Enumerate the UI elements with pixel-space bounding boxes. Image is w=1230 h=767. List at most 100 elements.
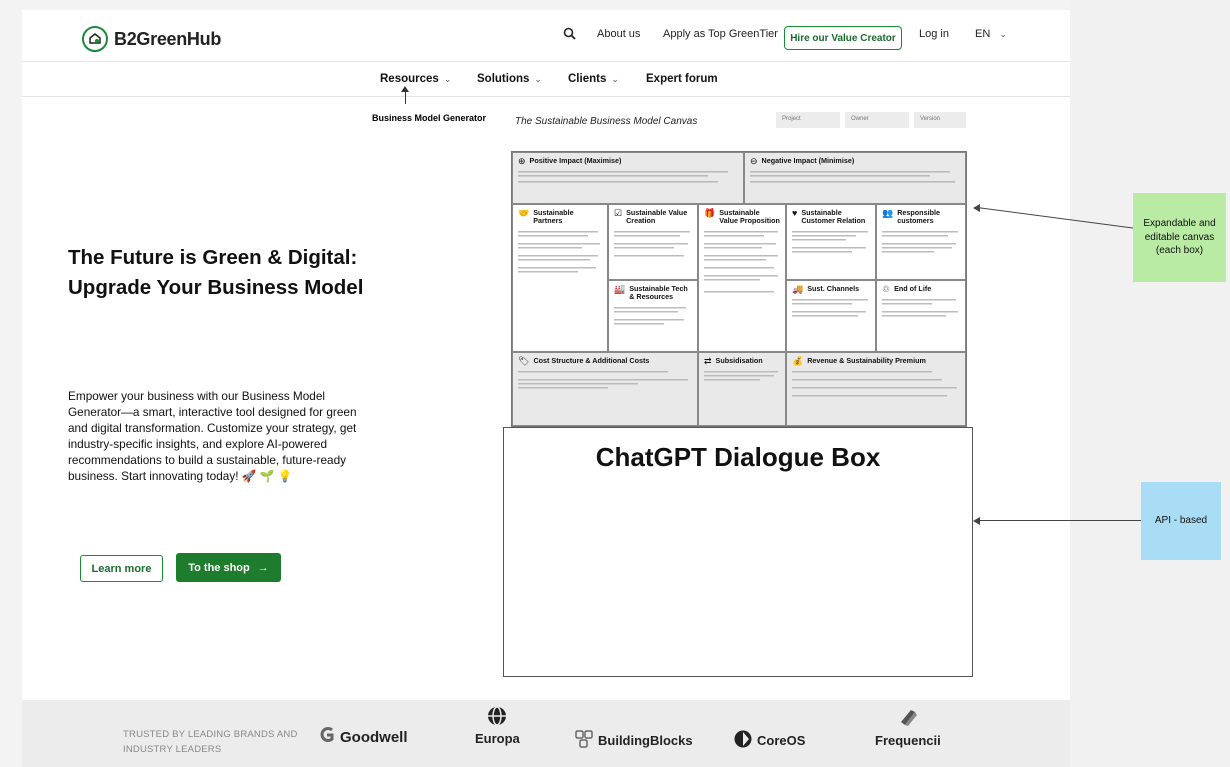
hero-title: The Future is Green & Digital: Upgrade Y…	[68, 246, 364, 299]
page: B2GreenHub About us Apply as Top GreenTi…	[0, 0, 1230, 767]
blocks-icon	[575, 730, 593, 751]
cell-placeholder-lines	[518, 229, 602, 291]
annotation-panel	[1070, 0, 1230, 767]
menu-solutions-label: Solutions	[477, 73, 530, 85]
gift-icon: 🎁	[704, 208, 716, 218]
canvas-cell-revenue[interactable]: 💰 Revenue & Sustainability Premium	[786, 352, 966, 426]
chevron-down-icon: ⌄	[534, 73, 542, 84]
menu-clients-label: Clients	[568, 73, 607, 85]
menu-expert-forum[interactable]: Expert forum	[646, 73, 718, 85]
trusted-brands-footer: TRUSTED BY LEADING BRANDS AND INDUSTRY L…	[22, 700, 1070, 767]
cell-placeholder-lines	[792, 297, 870, 329]
nav-apply-link[interactable]: Apply as Top GreenTier	[663, 28, 778, 40]
brand-name: CoreOS	[757, 733, 806, 748]
plus-circle-icon: ⊕	[518, 156, 526, 166]
cell-title: Negative Impact (Minimise)	[761, 156, 855, 165]
canvas-cell-subsidisation[interactable]: ⇄ Subsidisation	[698, 352, 786, 426]
globe-icon	[487, 706, 507, 729]
cell-placeholder-lines	[792, 229, 870, 271]
arrows-icon: ⇄	[704, 356, 712, 366]
factory-icon: 🏭	[614, 284, 626, 294]
brand-goodwell[interactable]: Goodwell	[319, 726, 408, 748]
truck-icon: 🚚	[792, 284, 804, 294]
recycle-icon: ♲	[882, 284, 891, 294]
canvas-cell-customers[interactable]: 👥 Responsible customers	[876, 204, 966, 280]
cell-title: Positive Impact (Maximise)	[529, 156, 622, 165]
language-selector[interactable]: EN ⌄	[975, 28, 1007, 40]
logo-text: B2GreenHub	[114, 28, 222, 49]
brand-name: Goodwell	[340, 728, 408, 746]
menu-resources-label: Resources	[380, 73, 439, 85]
cell-title: Sustainable Tech & Resources	[629, 284, 688, 302]
canvas-cell-negative-impact[interactable]: ⊖ Negative Impact (Minimise)	[744, 152, 966, 204]
nav-about-link[interactable]: About us	[597, 28, 640, 40]
cell-placeholder-lines	[704, 229, 780, 321]
cell-title: Sustainable Value Proposition	[719, 208, 780, 226]
to-shop-label: To the shop	[188, 561, 250, 574]
cell-placeholder-lines	[518, 169, 738, 189]
chatgpt-dialogue-box[interactable]: ChatGPT Dialogue Box	[503, 427, 973, 677]
canvas-cell-value-proposition[interactable]: 🎁 Sustainable Value Proposition	[698, 204, 786, 352]
logo[interactable]: B2GreenHub	[82, 26, 221, 52]
canvas-cell-channels[interactable]: 🚚 Sust. Channels	[786, 280, 876, 352]
goodwell-logo-icon	[319, 726, 335, 748]
brand-europa[interactable]: Europa	[475, 706, 520, 746]
brand-name: Frequencii	[875, 733, 941, 748]
canvas-project-field[interactable]: Project	[776, 112, 840, 128]
menu-divider	[22, 96, 1070, 97]
cell-placeholder-lines	[704, 369, 780, 391]
chatgpt-dialogue-title: ChatGPT Dialogue Box	[595, 442, 881, 472]
to-shop-button[interactable]: To the shop →	[176, 553, 281, 582]
menu-solutions[interactable]: Solutions ⌄	[477, 73, 542, 85]
cell-title: Responsible customers	[897, 208, 940, 226]
hero-description: Empower your business with our Business …	[68, 389, 357, 484]
menu-resources[interactable]: Resources ⌄	[380, 73, 451, 85]
cell-title: Sustainable Value Creation	[626, 208, 688, 226]
tag-icon: 🏷	[518, 356, 530, 366]
canvas-cell-tech-resources[interactable]: 🏭 Sustainable Tech & Resources	[608, 280, 698, 352]
cell-title: Sust. Channels	[807, 284, 860, 293]
cell-placeholder-lines	[882, 229, 960, 271]
cell-placeholder-lines	[792, 369, 960, 411]
canvas-title: The Sustainable Business Model Canvas	[515, 116, 698, 127]
brand-frequencii[interactable]: Frequencii	[875, 708, 941, 748]
cell-placeholder-lines	[614, 229, 692, 271]
cell-title: Sustainable Customer Relation	[801, 208, 866, 226]
brand-buildingblocks[interactable]: BuildingBlocks	[575, 730, 693, 751]
chevron-down-icon: ⌄	[999, 29, 1007, 39]
note-api-based: API - based	[1141, 482, 1221, 560]
canvas-owner-field[interactable]: Owner	[845, 112, 909, 128]
search-icon[interactable]	[563, 27, 576, 43]
cell-placeholder-lines	[882, 297, 960, 329]
brand-name: BuildingBlocks	[598, 733, 693, 748]
frequencii-logo-icon	[897, 708, 919, 731]
handshake-icon: 🤝	[518, 208, 530, 218]
arrow-right-icon: →	[257, 561, 269, 574]
hire-value-creator-button[interactable]: Hire our Value Creator	[784, 26, 902, 50]
heart-icon: ♥	[792, 208, 798, 218]
language-label: EN	[975, 28, 991, 40]
canvas-cell-positive-impact[interactable]: ⊕ Positive Impact (Maximise)	[512, 152, 744, 204]
brand-coreos[interactable]: CoreOS	[734, 730, 805, 751]
moneybag-icon: 💰	[792, 356, 804, 366]
learn-more-button[interactable]: Learn more	[80, 555, 163, 582]
canvas-version-field[interactable]: Version	[914, 112, 966, 128]
menu-clients[interactable]: Clients ⌄	[568, 73, 619, 85]
brand-name: Europa	[475, 731, 520, 746]
annotation-line-chat	[978, 520, 1141, 521]
header-divider	[22, 61, 1070, 62]
canvas-cell-cost-structure[interactable]: 🏷 Cost Structure & Additional Costs	[512, 352, 698, 426]
note-expandable-canvas: Expandable and editable canvas (each box…	[1133, 193, 1226, 282]
canvas-cell-partners[interactable]: 🤝 Sustainable Partners	[512, 204, 608, 352]
canvas-cell-customer-relation[interactable]: ♥ Sustainable Customer Relation	[786, 204, 876, 280]
chevron-down-icon: ⌄	[443, 73, 452, 84]
cell-placeholder-lines	[614, 305, 692, 337]
menu-forum-label: Expert forum	[646, 73, 718, 85]
canvas-cell-end-of-life[interactable]: ♲ End of Life	[876, 280, 966, 352]
cell-placeholder-lines	[750, 169, 960, 189]
chevron-down-icon: ⌄	[611, 73, 619, 84]
checkbox-icon: ☑	[614, 208, 623, 218]
login-link[interactable]: Log in	[919, 28, 949, 40]
canvas-cell-value-creation[interactable]: ☑ Sustainable Value Creation	[608, 204, 698, 280]
logo-icon	[82, 26, 108, 52]
